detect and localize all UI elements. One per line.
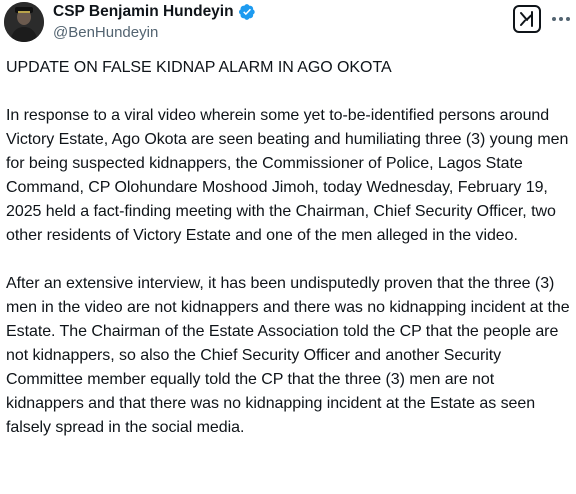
tweet-text: UPDATE ON FALSE KIDNAP ALARM IN AGO OKOT… (6, 56, 572, 440)
tweet-card: CSP Benjamin Hundeyin @BenHundeyin UPDAT… (0, 0, 576, 494)
tweet-header: CSP Benjamin Hundeyin @BenHundeyin (0, 0, 576, 52)
tweet-paragraph-2: After an extensive interview, it has bee… (6, 275, 570, 436)
display-name[interactable]: CSP Benjamin Hundeyin (53, 3, 234, 21)
more-options-button[interactable] (549, 5, 573, 33)
grok-button[interactable] (513, 5, 541, 33)
tweet-paragraph-1: In response to a viral video wherein som… (6, 107, 569, 244)
verified-badge-icon (238, 3, 256, 21)
handle[interactable]: @BenHundeyin (53, 24, 158, 41)
grok-icon (520, 11, 533, 27)
tweet-headline: UPDATE ON FALSE KIDNAP ALARM IN AGO OKOT… (6, 59, 392, 76)
avatar[interactable] (4, 2, 44, 42)
more-options-icon (552, 17, 570, 21)
name-row: CSP Benjamin Hundeyin (53, 2, 256, 22)
